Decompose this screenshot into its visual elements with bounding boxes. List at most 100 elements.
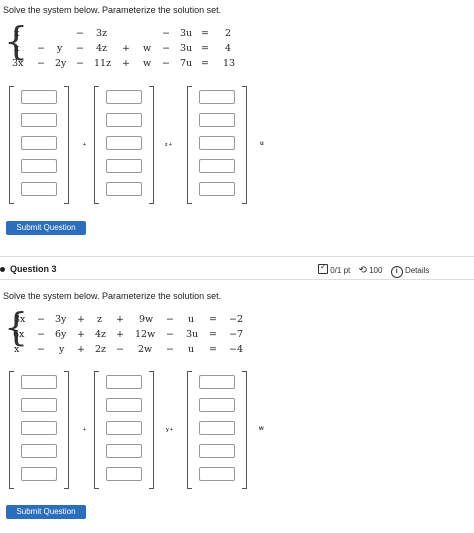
- q1-vector2-left-bracket: [94, 86, 99, 204]
- q2-vector2-right-bracket: [149, 371, 154, 489]
- q1-vector1-right-bracket: [64, 86, 69, 204]
- q1-v2-entry-3[interactable]: [106, 136, 142, 150]
- eq-term: 3x: [12, 58, 24, 69]
- eq-term: 3z: [96, 28, 108, 39]
- eq-term: −: [37, 344, 45, 355]
- eq-term: 4z: [95, 329, 107, 340]
- eq-term: −7: [229, 329, 244, 340]
- q2-plus-operator: +: [83, 427, 86, 433]
- q1-vector2-right-bracket: [149, 86, 154, 204]
- q1-vector1-left-bracket: [9, 86, 14, 204]
- q1-v3-entry-1[interactable]: [199, 90, 235, 104]
- eq-term: −: [37, 329, 45, 340]
- eq-term: +: [116, 314, 124, 325]
- q1-submit-button[interactable]: Submit Question: [6, 221, 86, 235]
- eq-term: 3u: [180, 28, 193, 39]
- q2-v1-entry-2[interactable]: [21, 398, 57, 412]
- eq-term: 2y: [55, 58, 67, 69]
- eq-term: −: [37, 314, 45, 325]
- q1-v3-entry-3[interactable]: [199, 136, 235, 150]
- eq-term: x: [14, 28, 20, 39]
- q1-v2-entry-5[interactable]: [106, 182, 142, 196]
- eq-term: u: [188, 344, 195, 355]
- q1-v2-entry-2[interactable]: [106, 113, 142, 127]
- info-icon[interactable]: i: [390, 266, 403, 278]
- eq-term: 4z: [96, 43, 108, 54]
- eq-term: 3u: [180, 43, 193, 54]
- eq-term: 6y: [55, 329, 67, 340]
- divider-top: [0, 256, 474, 257]
- q2-y-plus-label: y +: [166, 427, 174, 433]
- eq-term: x: [14, 43, 20, 54]
- eq-term: +: [77, 314, 85, 325]
- q1-z-plus-label: z +: [165, 142, 172, 148]
- q2-v1-entry-4[interactable]: [21, 444, 57, 458]
- q2-v3-entry-3[interactable]: [199, 421, 235, 435]
- eq-term: +: [122, 43, 130, 54]
- q1-v3-entry-2[interactable]: [199, 113, 235, 127]
- question-meta: ✓ 0/1 pt ⟲ 100 i Details: [318, 262, 429, 278]
- attempts-text: 100: [369, 266, 383, 275]
- eq-term: −: [76, 43, 84, 54]
- divider-question: [0, 279, 474, 280]
- q1-v1-entry-1[interactable]: [21, 90, 57, 104]
- eq-term: 13: [223, 58, 236, 69]
- q1-v3-entry-4[interactable]: [199, 159, 235, 173]
- q2-v1-entry-5[interactable]: [21, 467, 57, 481]
- eq-term: −: [76, 28, 84, 39]
- q1-v1-entry-2[interactable]: [21, 113, 57, 127]
- q1-v3-entry-5[interactable]: [199, 182, 235, 196]
- eq-term: w: [143, 58, 152, 69]
- eq-term: −: [166, 329, 174, 340]
- eq-term: 2w: [138, 344, 153, 355]
- q2-v1-entry-1[interactable]: [21, 375, 57, 389]
- q2-v2-entry-5[interactable]: [106, 467, 142, 481]
- q1-v2-entry-4[interactable]: [106, 159, 142, 173]
- q1-v1-entry-5[interactable]: [21, 182, 57, 196]
- eq-term: +: [77, 344, 85, 355]
- eq-term: 6x: [13, 329, 25, 340]
- q2-vector3-right-bracket: [242, 371, 247, 489]
- eq-term: 11z: [94, 58, 112, 69]
- q2-v3-entry-1[interactable]: [199, 375, 235, 389]
- q2-v2-entry-1[interactable]: [106, 375, 142, 389]
- q2-vector1-left-bracket: [9, 371, 14, 489]
- eq-term: y: [57, 43, 63, 54]
- q2-vector1-right-bracket: [64, 371, 69, 489]
- q2-v3-entry-4[interactable]: [199, 444, 235, 458]
- q2-submit-button[interactable]: Submit Question: [6, 505, 86, 519]
- q1-v1-entry-3[interactable]: [21, 136, 57, 150]
- eq-term: −: [76, 58, 84, 69]
- eq-term: =: [209, 329, 217, 340]
- eq-term: −: [116, 344, 124, 355]
- eq-term: =: [201, 28, 209, 39]
- eq-term: 12w: [135, 329, 156, 340]
- eq-term: +: [116, 329, 124, 340]
- eq-term: +: [122, 58, 130, 69]
- q2-v2-entry-4[interactable]: [106, 444, 142, 458]
- q1-vector3-right-bracket: [242, 86, 247, 204]
- eq-term: 3x: [14, 314, 26, 325]
- eq-term: w: [143, 43, 152, 54]
- eq-term: u: [188, 314, 195, 325]
- q2-v2-entry-3[interactable]: [106, 421, 142, 435]
- q2-v1-entry-3[interactable]: [21, 421, 57, 435]
- q2-v3-entry-2[interactable]: [199, 398, 235, 412]
- q2-vector2-left-bracket: [94, 371, 99, 489]
- eq-term: −4: [229, 344, 244, 355]
- checkbox-icon: ✓: [318, 262, 328, 274]
- eq-term: =: [201, 58, 209, 69]
- eq-term: −: [162, 28, 170, 39]
- details-link[interactable]: Details: [405, 266, 429, 275]
- eq-term: y: [59, 344, 65, 355]
- q1-v2-entry-1[interactable]: [106, 90, 142, 104]
- eq-term: 9w: [139, 314, 154, 325]
- score-text: 0/1 pt: [330, 266, 351, 275]
- q2-v3-entry-5[interactable]: [199, 467, 235, 481]
- q2-instruction: Solve the system below. Parameterize the…: [3, 291, 222, 301]
- question-title: Question 3: [10, 264, 57, 274]
- eq-term: −: [162, 58, 170, 69]
- q2-vector3-left-bracket: [187, 371, 192, 489]
- q1-v1-entry-4[interactable]: [21, 159, 57, 173]
- q2-v2-entry-2[interactable]: [106, 398, 142, 412]
